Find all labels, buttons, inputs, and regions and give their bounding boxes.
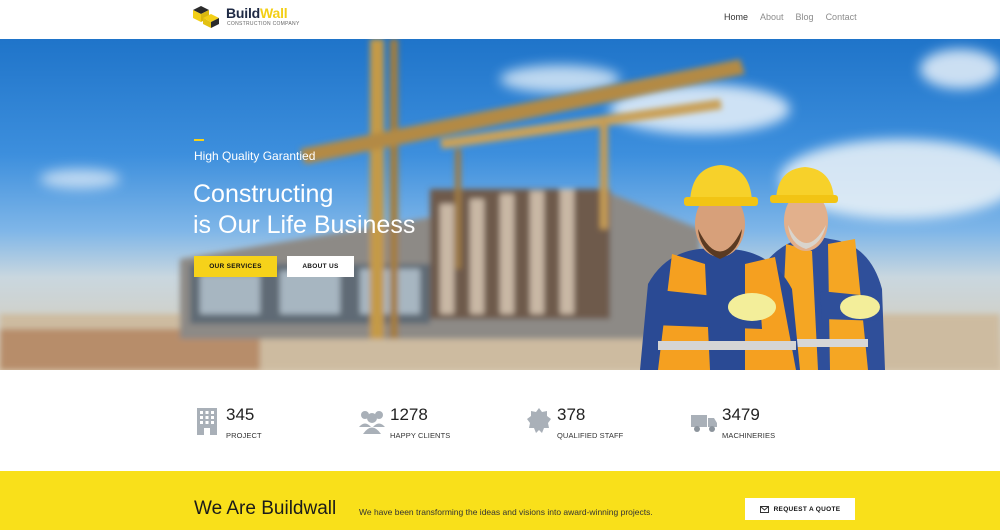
badge-icon (527, 408, 551, 433)
stat-value: 378 (557, 405, 586, 424)
stat-label: MACHINERIES (722, 431, 776, 440)
logo-cube-icon (193, 6, 219, 28)
hero-title: Constructing is Our Life Business (193, 179, 415, 241)
stat-label: HAPPY CLIENTS (390, 431, 451, 440)
about-us-button[interactable]: ABOUT US (287, 256, 354, 277)
logo-wordmark: BuildWall (226, 5, 288, 21)
logo[interactable]: BuildWall CONSTRUCTION COMPANY (193, 3, 303, 31)
cta-band: We Are Buildwall We have been transformi… (0, 471, 1000, 530)
envelope-icon (759, 505, 769, 513)
request-quote-button[interactable]: REQUEST A QUOTE (745, 498, 855, 520)
main-nav: Home About Blog Contact (724, 12, 869, 22)
truck-icon (691, 415, 717, 432)
nav-contact[interactable]: Contact (826, 12, 857, 22)
hero-eyebrow: High Quality Garantied (194, 149, 316, 163)
logo-name-part2: Wall (260, 5, 288, 21)
nav-blog[interactable]: Blog (796, 12, 814, 22)
stat-value: 1278 (390, 405, 428, 424)
building-icon (197, 408, 217, 435)
nav-home[interactable]: Home (724, 12, 748, 22)
cta-title: We Are Buildwall (194, 498, 337, 519)
logo-name-part1: Build (226, 5, 260, 21)
cta-text: We have been transforming the ideas and … (359, 507, 653, 517)
request-quote-label: REQUEST A QUOTE (773, 505, 841, 513)
our-services-button[interactable]: OUR SERVICES (194, 256, 277, 277)
stat-label: QUALIFIED STAFF (557, 431, 624, 440)
hero-title-line1: Constructing (193, 180, 334, 208)
hero-accent-dash (194, 139, 204, 141)
logo-tagline: CONSTRUCTION COMPANY (227, 21, 300, 27)
nav-about[interactable]: About (760, 12, 784, 22)
stat-label: PROJECT (226, 431, 262, 440)
hero-background-image (0, 39, 1000, 370)
hero-section: High Quality Garantied Constructing is O… (0, 39, 1000, 370)
stat-value: 3479 (722, 405, 760, 424)
stats-section: 345 PROJECT 1278 HAPPY CLIENTS 378 QUALI… (0, 370, 1000, 471)
site-header: BuildWall CONSTRUCTION COMPANY Home Abou… (0, 0, 1000, 39)
hero-title-line2: is Our Life Business (193, 211, 416, 239)
users-icon (359, 411, 385, 434)
stat-value: 345 (226, 405, 255, 424)
